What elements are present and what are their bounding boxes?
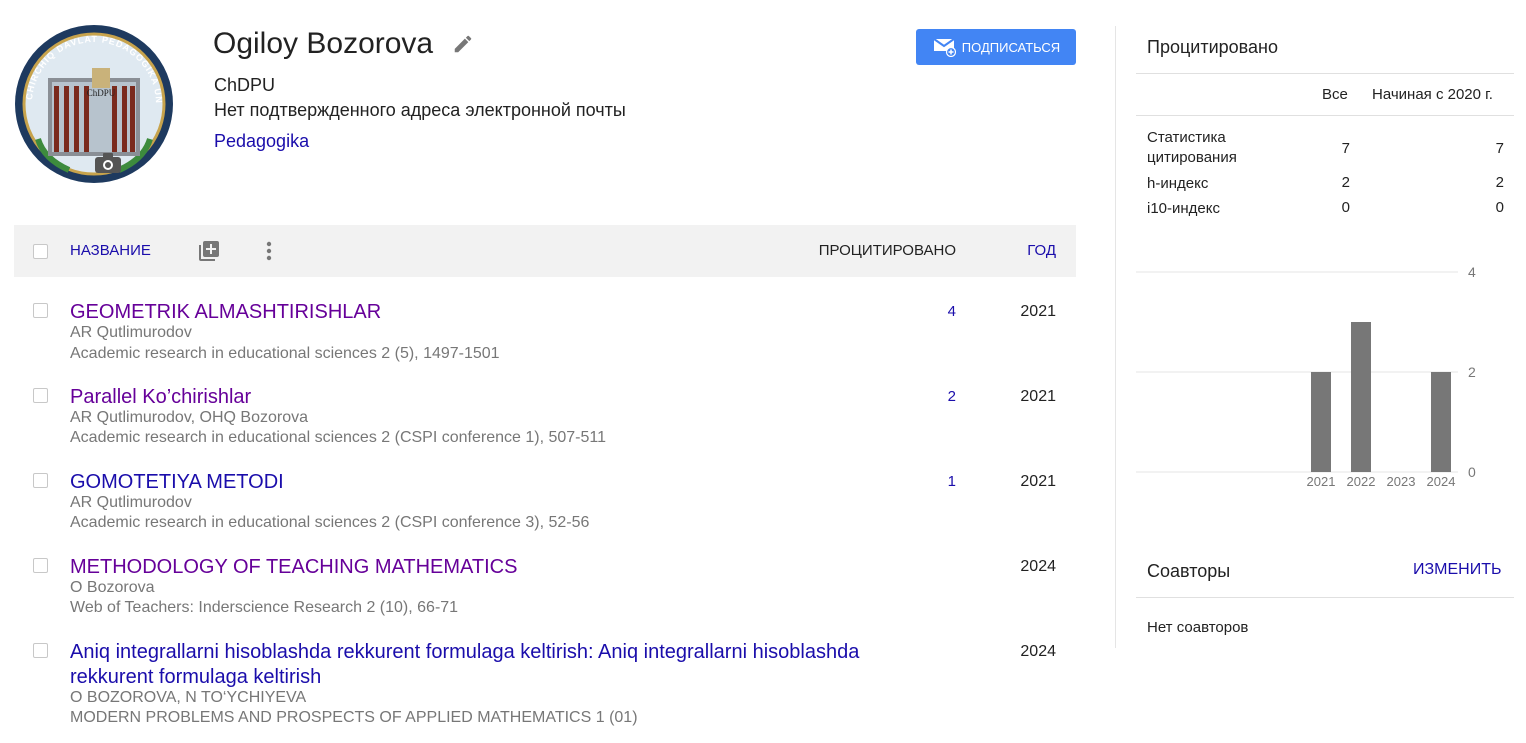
chart-bar-2022[interactable] <box>1351 322 1371 472</box>
chart-y-tick-label: 0 <box>1468 464 1476 480</box>
h-index-since-value: 2 <box>1495 174 1504 191</box>
select-all-checkbox[interactable] <box>33 244 48 259</box>
coauthors-title: Соавторы <box>1147 561 1231 581</box>
h-index-label: h-индекс <box>1147 175 1209 192</box>
article-year: 2021 <box>1020 388 1056 405</box>
table-row: METHODOLOGY OF TEACHING MATHEMATICS O Bo… <box>14 555 1076 625</box>
chart-x-tick-label: 2023 <box>1387 474 1416 489</box>
article-authors: AR Qutlimurodov <box>70 324 192 341</box>
row-checkbox[interactable] <box>33 388 48 403</box>
profile-affiliation: ChDPU <box>214 75 276 95</box>
row-checkbox[interactable] <box>33 558 48 573</box>
chart-x-tick-label: 2022 <box>1347 474 1376 489</box>
article-venue: Academic research in educational science… <box>70 514 590 531</box>
chart-bar-2021[interactable] <box>1311 372 1331 472</box>
divider <box>1136 73 1514 74</box>
chart-x-tick-label: 2024 <box>1427 474 1456 489</box>
article-year: 2024 <box>1020 643 1056 660</box>
divider <box>1136 597 1514 598</box>
coauthors-edit-link[interactable]: ИЗМЕНИТЬ <box>1413 561 1502 579</box>
article-authors: AR Qutlimurodov <box>70 494 192 511</box>
follow-button[interactable]: ПОДПИСАТЬСЯ <box>916 29 1076 65</box>
table-row: Parallel Ko’chirishlar AR Qutlimurodov, … <box>14 385 1076 455</box>
envelope-plus-icon <box>933 38 956 57</box>
profile-name: Ogiloy Bozorova <box>213 27 434 60</box>
logo-building-text: ChDPU <box>87 88 116 98</box>
more-vert-icon[interactable] <box>259 239 279 263</box>
citations-title: Процитировано <box>1147 37 1278 57</box>
follow-button-label: ПОДПИСАТЬСЯ <box>961 39 1061 55</box>
row-checkbox[interactable] <box>33 303 48 318</box>
citations-bar-chart: 4 2 0 2021 2022 2023 2024 <box>1136 264 1476 489</box>
article-year: 2024 <box>1020 558 1056 575</box>
article-title-link[interactable]: Parallel Ko’chirishlar <box>70 385 900 410</box>
h-index-all-value: 2 <box>1341 174 1350 191</box>
row-checkbox[interactable] <box>33 473 48 488</box>
article-title-link[interactable]: GEOMETRIK ALMASHTIRISHLAR <box>70 300 900 325</box>
article-year: 2021 <box>1020 473 1056 490</box>
citations-col-all: Все <box>1322 86 1348 103</box>
cited-by-link[interactable]: 2 <box>948 388 956 405</box>
article-venue: Academic research in educational science… <box>70 345 500 362</box>
no-coauthors-text: Нет соавторов <box>1147 619 1249 636</box>
article-title-link[interactable]: GOMOTETIYA METODI <box>70 470 900 495</box>
table-row: Aniq integrallarni hisoblashda rekkurent… <box>14 640 1076 740</box>
chart-bar-2024[interactable] <box>1431 372 1451 472</box>
add-to-library-icon[interactable] <box>197 239 221 263</box>
chart-x-tick-label: 2021 <box>1307 474 1336 489</box>
article-title-link[interactable]: Aniq integrallarni hisoblashda rekkurent… <box>70 640 900 690</box>
row-checkbox[interactable] <box>33 643 48 658</box>
article-title-link[interactable]: METHODOLOGY OF TEACHING MATHEMATICS <box>70 555 900 580</box>
citations-label: Статистика цитирования <box>1147 129 1237 166</box>
i10-index-since-value: 0 <box>1495 199 1504 216</box>
profile-avatar[interactable]: CHIRCHIQ DAVLAT PEDAGOGIKA UNIVERSITETI … <box>14 24 174 186</box>
pencil-icon[interactable] <box>452 33 474 55</box>
article-venue: Web of Teachers: Inderscience Research 2… <box>70 599 459 616</box>
articles-table-header: НАЗВАНИЕ ПРОЦИТИРОВАНО ГОД <box>14 225 1076 277</box>
sort-by-year[interactable]: ГОД <box>1027 242 1056 259</box>
camera-icon[interactable] <box>94 152 122 174</box>
column-divider <box>1115 26 1116 648</box>
chart-y-tick-label: 2 <box>1468 364 1476 380</box>
profile-email-status: Нет подтвержденного адреса электронной п… <box>214 100 626 120</box>
sort-by-title[interactable]: НАЗВАНИЕ <box>70 242 151 259</box>
citations-col-since: Начиная с 2020 г. <box>1372 86 1493 103</box>
table-row: GOMOTETIYA METODI AR Qutlimurodov Academ… <box>14 470 1076 540</box>
citations-all-value: 7 <box>1341 140 1350 157</box>
article-year: 2021 <box>1020 303 1056 320</box>
cited-by-link[interactable]: 4 <box>948 303 956 320</box>
article-authors: O BOZOROVA, N TO‘YCHIYEVA <box>70 689 307 706</box>
divider <box>1136 115 1514 116</box>
article-venue: MODERN PROBLEMS AND PROSPECTS OF APPLIED… <box>70 709 638 726</box>
article-authors: O Bozorova <box>70 579 155 596</box>
profile-interest-link[interactable]: Pedagogika <box>214 131 309 152</box>
article-authors: AR Qutlimurodov, OHQ Bozorova <box>70 409 309 426</box>
cited-by-link[interactable]: 1 <box>948 473 956 490</box>
i10-index-all-value: 0 <box>1341 199 1350 216</box>
chart-y-tick-label: 4 <box>1468 264 1476 280</box>
article-venue: Academic research in educational science… <box>70 429 606 446</box>
citations-since-value: 7 <box>1495 140 1504 157</box>
i10-index-label: i10-индекс <box>1147 200 1221 217</box>
column-cited: ПРОЦИТИРОВАНО <box>818 242 956 259</box>
table-row: GEOMETRIK ALMASHTIRISHLAR AR Qutlimurodo… <box>14 300 1076 370</box>
